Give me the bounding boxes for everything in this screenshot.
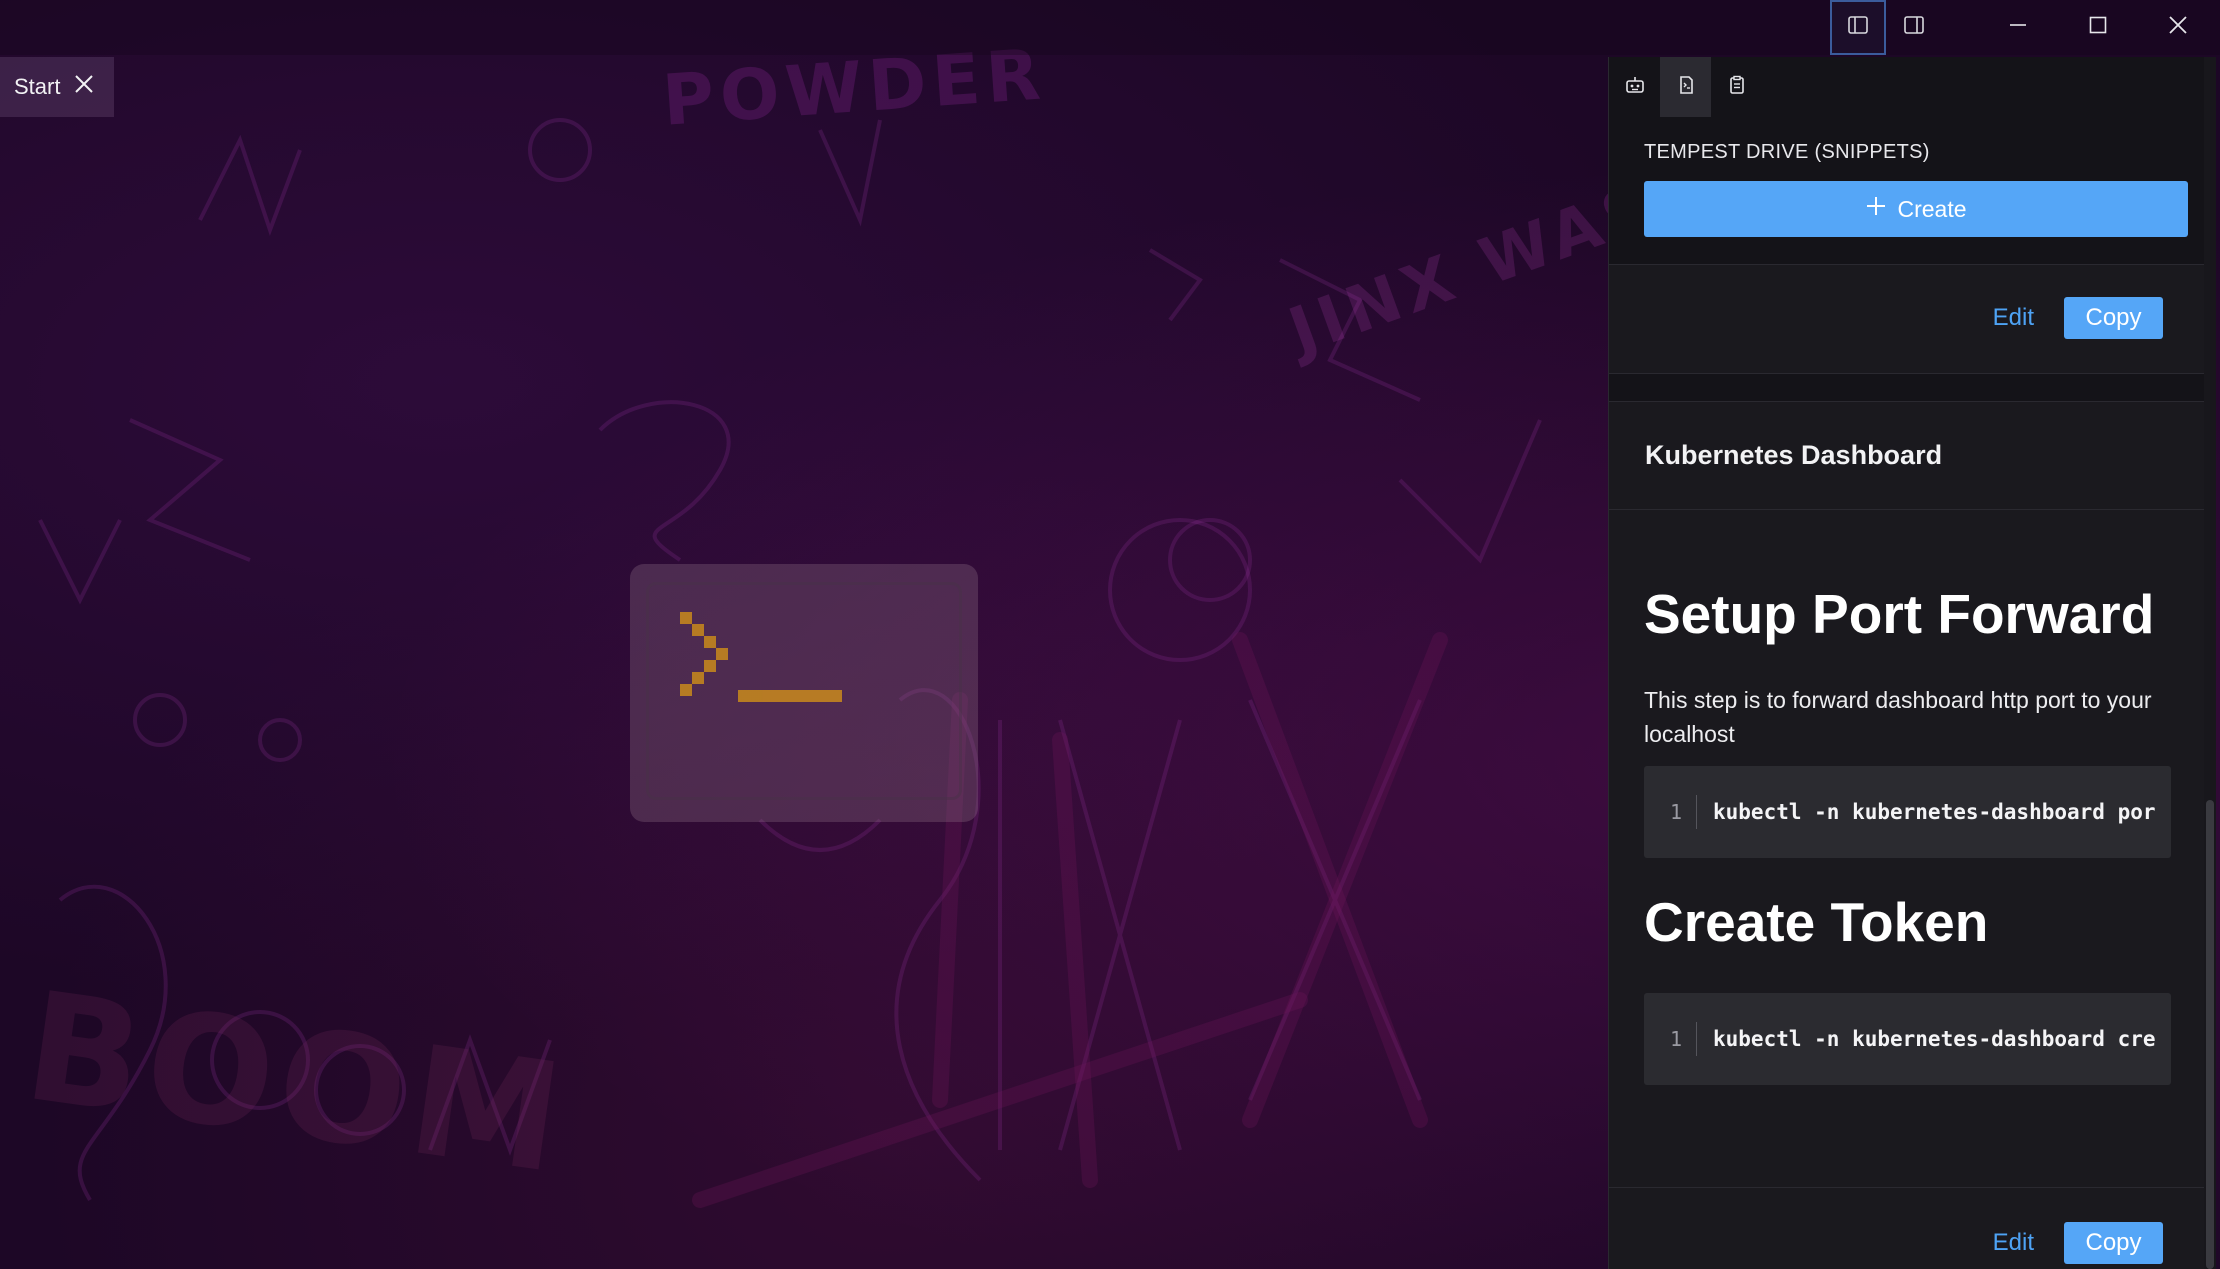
minimize-icon: [2009, 16, 2027, 39]
heading-create-token: Create Token: [1644, 891, 1989, 953]
toggle-left-panel-button[interactable]: [1830, 0, 1886, 55]
snippet-description: This step is to forward dashboard http p…: [1644, 687, 2152, 747]
tab-start[interactable]: Start: [0, 57, 114, 117]
card-actions: Edit Copy: [1993, 1222, 2163, 1264]
title-bar: [0, 0, 2220, 55]
minimize-button[interactable]: [1978, 0, 2058, 55]
sidebar-right-icon: [1904, 16, 1924, 39]
line-number: 1: [1644, 795, 1697, 829]
line-number: 1: [1644, 1022, 1697, 1056]
copy-button[interactable]: Copy: [2064, 1222, 2163, 1264]
close-icon: [2168, 15, 2188, 40]
snippet-card-previous: Edit Copy: [1609, 264, 2213, 374]
snippets-panel: TEMPEST DRIVE (SNIPPETS) Create Edit Cop…: [1608, 57, 2213, 1269]
card-actions: Edit Copy: [1993, 297, 2163, 339]
create-snippet-button[interactable]: Create: [1644, 181, 2188, 237]
robot-button[interactable]: [1609, 57, 1660, 117]
clipboard-button[interactable]: [1711, 57, 1762, 117]
tab-label: Start: [14, 74, 61, 99]
edit-button[interactable]: Edit: [1993, 304, 2034, 332]
card-divider: [1609, 1187, 2213, 1188]
robot-icon: [1625, 75, 1645, 100]
maximize-button[interactable]: [2058, 0, 2138, 55]
code-block-port-forward[interactable]: 1 kubectl -n kubernetes-dashboard por: [1644, 766, 2171, 858]
create-label: Create: [1897, 195, 1967, 222]
code-line: kubectl -n kubernetes-dashboard cre: [1713, 1027, 2156, 1051]
snippet-title: Kubernetes Dashboard: [1609, 402, 2213, 510]
snippet-card-kubernetes: Kubernetes Dashboard Setup Port Forward …: [1609, 401, 2213, 1269]
sidebar-left-icon: [1848, 16, 1868, 39]
close-icon: [74, 74, 94, 100]
code-block-create-token[interactable]: 1 kubectl -n kubernetes-dashboard cre: [1644, 993, 2171, 1085]
toggle-right-panel-button[interactable]: [1886, 0, 1942, 55]
snippet-icon: [1676, 75, 1696, 100]
clipboard-icon: [1727, 75, 1747, 100]
plus-icon: [1865, 195, 1887, 223]
tab-close-button[interactable]: [74, 74, 94, 100]
maximize-icon: [2089, 16, 2107, 39]
edit-button[interactable]: Edit: [1993, 1229, 2034, 1257]
snippet-button[interactable]: [1660, 57, 1711, 117]
heading-setup-port-forward: Setup Port Forward: [1644, 583, 2155, 645]
copy-button[interactable]: Copy: [2064, 297, 2163, 339]
close-window-button[interactable]: [2138, 0, 2218, 55]
section-title: TEMPEST DRIVE (SNIPPETS): [1644, 141, 1930, 163]
terminal-logo: [630, 564, 978, 822]
panel-scrollbar-thumb[interactable]: [2206, 800, 2214, 1269]
panel-toolbar: [1609, 57, 1762, 117]
prompt-icon: [680, 612, 842, 702]
code-line: kubectl -n kubernetes-dashboard por: [1713, 800, 2156, 824]
